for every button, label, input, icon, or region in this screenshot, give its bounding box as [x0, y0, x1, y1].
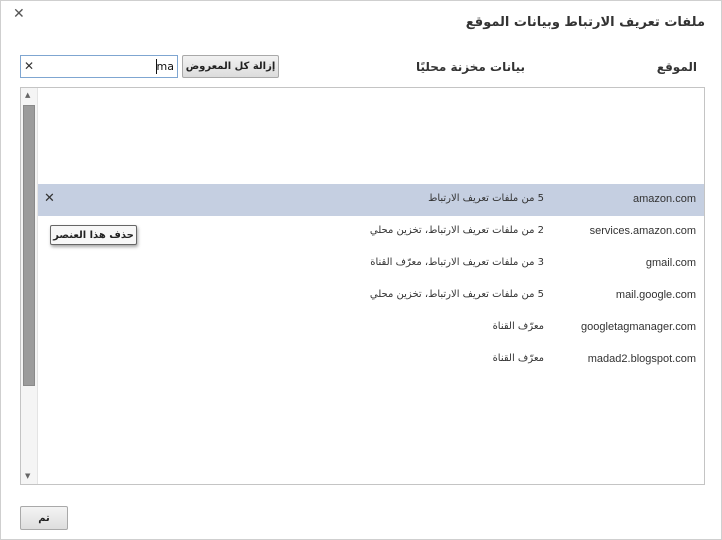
- table-row[interactable]: gmail.com 3 من ملفات تعريف الارتباط، معر…: [38, 248, 704, 280]
- site-data-list[interactable]: ▲ ▼ amazon.com 5 من ملفات تعريف الارتباط…: [20, 87, 705, 485]
- row-site: services.amazon.com: [589, 225, 696, 237]
- row-site: googletagmanager.com: [581, 321, 696, 333]
- row-data: معرّف القناة: [492, 321, 544, 332]
- row-data: معرّف القناة: [492, 353, 544, 364]
- row-site: madad2.blogspot.com: [587, 353, 696, 365]
- column-header-locally-stored: بيانات مخزنة محليًا: [415, 60, 525, 74]
- scrollbar-thumb[interactable]: [23, 105, 35, 386]
- remove-item-icon[interactable]: ✕: [44, 192, 55, 206]
- search-input[interactable]: ✕ ma: [20, 55, 178, 78]
- table-row[interactable]: googletagmanager.com معرّف القناة: [38, 312, 704, 344]
- clear-search-icon[interactable]: ✕: [24, 59, 34, 73]
- table-row[interactable]: amazon.com 5 من ملفات تعريف الارتباط ✕: [38, 184, 704, 216]
- table-row[interactable]: mail.google.com 5 من ملفات تعريف الارتبا…: [38, 280, 704, 312]
- close-icon[interactable]: ✕: [13, 7, 25, 21]
- done-button[interactable]: تم: [20, 506, 68, 530]
- dialog-title: ملفات تعريف الارتباط وبيانات الموقع: [465, 15, 705, 30]
- row-data: 3 من ملفات تعريف الارتباط، معرّف القناة: [370, 257, 544, 268]
- table-row[interactable]: madad2.blogspot.com معرّف القناة: [38, 344, 704, 376]
- row-site: mail.google.com: [615, 289, 696, 301]
- scroll-up-icon[interactable]: ▲: [25, 91, 30, 99]
- row-data: 5 من ملفات تعريف الارتباط، تخزين محلي: [369, 289, 544, 300]
- remove-all-shown-button[interactable]: إزالة كل المعروض: [182, 55, 279, 78]
- row-data: 2 من ملفات تعريف الارتباط، تخزين محلي: [369, 225, 544, 236]
- row-site: amazon.com: [633, 193, 696, 205]
- row-data: 5 من ملفات تعريف الارتباط: [428, 193, 544, 204]
- table-row[interactable]: services.amazon.com 2 من ملفات تعريف الا…: [38, 216, 704, 248]
- column-header-site: الموقع: [656, 60, 697, 74]
- scroll-down-icon[interactable]: ▼: [25, 472, 30, 480]
- row-site: gmail.com: [645, 257, 696, 269]
- search-input-value: ma: [156, 60, 174, 73]
- site-rows: amazon.com 5 من ملفات تعريف الارتباط ✕ s…: [38, 184, 704, 376]
- delete-item-tooltip: حذف هذا العنصر: [50, 225, 137, 245]
- cookies-dialog: ✕ ملفات تعريف الارتباط وبيانات الموقع ال…: [0, 0, 722, 540]
- vertical-scrollbar[interactable]: ▲ ▼: [21, 88, 38, 484]
